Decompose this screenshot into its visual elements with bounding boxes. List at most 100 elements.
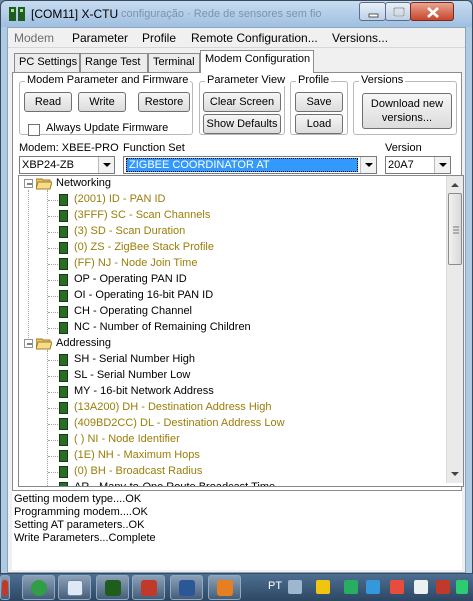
- paint-icon: [217, 580, 233, 596]
- tree-parameter-row[interactable]: CH - Operating Channel: [19, 304, 439, 320]
- scroll-thumb[interactable]: [448, 193, 462, 265]
- taskbar-chrome-button[interactable]: [22, 575, 55, 600]
- version-label: Version: [385, 142, 422, 154]
- tree-parameter-row[interactable]: (FF) NJ - Node Join Time: [19, 256, 439, 272]
- modem-select[interactable]: XBP24-ZB: [19, 156, 115, 174]
- tree-vertical-scrollbar[interactable]: [446, 176, 463, 483]
- parameter-label: (0) ZS - ZigBee Stack Profile: [74, 241, 214, 253]
- function-set-select[interactable]: ZIGBEE COORDINATOR AT: [123, 156, 377, 174]
- parameter-label: (409BD2CC) DL - Destination Address Low: [74, 417, 285, 429]
- menu-remote-configuration[interactable]: Remote Configuration...: [191, 31, 318, 45]
- tree-parameter-row[interactable]: (3FFF) SC - Scan Channels: [19, 208, 439, 224]
- drive-icon[interactable]: [344, 580, 358, 594]
- tree-parameter-row[interactable]: SL - Serial Number Low: [19, 368, 439, 384]
- security-icon[interactable]: [390, 580, 404, 594]
- tab-modem-configuration[interactable]: Modem Configuration: [200, 50, 314, 73]
- parameter-icon: [59, 226, 68, 238]
- parameter-icon: [59, 242, 68, 254]
- taskbar-xctu-button[interactable]: [96, 575, 129, 600]
- menu-versions[interactable]: Versions...: [332, 31, 388, 45]
- tab-pc-settings[interactable]: PC Settings: [14, 53, 80, 72]
- group-modem-parameter-firmware: Modem Parameter and Firmware Read Write …: [19, 74, 193, 136]
- maximize-button[interactable]: [385, 2, 411, 21]
- tree-parameter-row[interactable]: AR - Many-to-One Route Broadcast Time: [19, 480, 439, 486]
- menu-profile[interactable]: Profile: [142, 31, 176, 45]
- taskbar-paint-button[interactable]: [208, 575, 241, 600]
- parameter-label: (2001) ID - PAN ID: [74, 193, 166, 205]
- window-title-ghost: configuração · Rede de sensores sem fio: [121, 8, 322, 20]
- tree-guide-line: [48, 296, 58, 297]
- tree-parameter-row[interactable]: (1E) NH - Maximum Hops: [19, 448, 439, 464]
- menu-modem[interactable]: Modem: [14, 31, 54, 45]
- tree-group-addressing[interactable]: Addressing: [19, 336, 439, 352]
- tree-parameter-row[interactable]: MY - 16-bit Network Address: [19, 384, 439, 400]
- scroll-up-button[interactable]: [447, 176, 463, 193]
- menu-parameter[interactable]: Parameter: [72, 31, 128, 45]
- title-bar[interactable]: [COM11] X-CTU configuração · Rede de sen…: [1, 1, 472, 27]
- minimize-button[interactable]: [359, 2, 386, 21]
- tray-app-icon[interactable]: [436, 580, 450, 594]
- maximize-icon: [393, 7, 405, 17]
- tree-guide-line: [48, 312, 58, 313]
- parameter-icon: [59, 194, 68, 206]
- profile-load-button[interactable]: Load: [295, 114, 343, 134]
- tray-app-icon[interactable]: [316, 580, 330, 594]
- tree-parameter-row[interactable]: NC - Number of Remaining Children: [19, 320, 439, 336]
- tree-parameter-row[interactable]: (409BD2CC) DL - Destination Address Low: [19, 416, 439, 432]
- tree-guide-line: [48, 392, 58, 393]
- taskbar-explorer-button[interactable]: [58, 575, 91, 600]
- tree-parameter-row[interactable]: (3) SD - Scan Duration: [19, 224, 439, 240]
- profile-save-button[interactable]: Save: [295, 92, 343, 112]
- taskbar-app-button[interactable]: [0, 575, 10, 600]
- scroll-down-button[interactable]: [447, 466, 463, 483]
- collapse-icon[interactable]: [24, 339, 33, 348]
- status-log[interactable]: Getting modem type....OK Programming mod…: [12, 490, 462, 570]
- parameter-label: SL - Serial Number Low: [74, 369, 191, 381]
- tree-parameter-row[interactable]: ( ) NI - Node Identifier: [19, 432, 439, 448]
- pdf-icon[interactable]: [414, 580, 428, 594]
- network-icon[interactable]: [366, 580, 380, 594]
- parameter-tree[interactable]: Networking (2001) ID - PAN ID (3FFF) SC -…: [18, 175, 464, 487]
- always-update-firmware-checkbox[interactable]: [28, 124, 40, 136]
- parameter-label: (FF) NJ - Node Join Time: [74, 257, 198, 269]
- version-select[interactable]: 20A7: [385, 156, 451, 174]
- clear-screen-button[interactable]: Clear Screen: [203, 92, 281, 112]
- tree-group-networking[interactable]: Networking: [19, 176, 439, 192]
- parameter-label: OP - Operating PAN ID: [74, 273, 187, 285]
- collapse-icon[interactable]: [24, 179, 33, 188]
- tree-parameter-row[interactable]: OP - Operating PAN ID: [19, 272, 439, 288]
- taskbar-app-button[interactable]: [132, 575, 165, 600]
- tree-parameter-row[interactable]: (0) BH - Broadcast Radius: [19, 464, 439, 480]
- download-new-versions-button[interactable]: Download new versions...: [362, 93, 452, 129]
- language-indicator[interactable]: PT: [268, 580, 282, 592]
- write-button[interactable]: Write: [78, 92, 126, 112]
- parameter-label: MY - 16-bit Network Address: [74, 385, 214, 397]
- client-area: Modem Parameter Profile Remote Configura…: [7, 27, 466, 573]
- tree-parameter-row[interactable]: (0) ZS - ZigBee Stack Profile: [19, 240, 439, 256]
- keyboard-icon[interactable]: [288, 580, 302, 594]
- close-button[interactable]: [410, 2, 454, 21]
- tab-range-test[interactable]: Range Test: [80, 53, 148, 72]
- tab-terminal[interactable]: Terminal: [148, 53, 200, 72]
- group-versions: Versions Download new versions...: [353, 74, 457, 135]
- read-button[interactable]: Read: [24, 92, 72, 112]
- parameter-label: (0) BH - Broadcast Radius: [74, 465, 203, 477]
- parameter-icon: [59, 466, 68, 478]
- log-line: Programming modem....OK: [14, 506, 148, 518]
- tree-parameter-row[interactable]: OI - Operating 16-bit PAN ID: [19, 288, 439, 304]
- taskbar-word-button[interactable]: [170, 575, 203, 600]
- parameter-icon: [59, 418, 68, 430]
- function-set-label: Function Set: [123, 142, 185, 154]
- tree-guide-line: [48, 200, 58, 201]
- tree-parameter-row[interactable]: (13A200) DH - Destination Address High: [19, 400, 439, 416]
- parameter-icon: [59, 354, 68, 366]
- restore-button[interactable]: Restore: [138, 92, 190, 112]
- tray-app-icon[interactable]: [456, 580, 468, 594]
- show-defaults-button[interactable]: Show Defaults: [203, 114, 281, 134]
- folder-open-icon: [36, 178, 52, 190]
- tree-parameter-row[interactable]: SH - Serial Number High: [19, 352, 439, 368]
- minimize-icon: [368, 13, 379, 18]
- tree-parameter-row[interactable]: (2001) ID - PAN ID: [19, 192, 439, 208]
- function-set-select-value: ZIGBEE COORDINATOR AT: [126, 158, 358, 172]
- parameter-label: (3) SD - Scan Duration: [74, 225, 186, 237]
